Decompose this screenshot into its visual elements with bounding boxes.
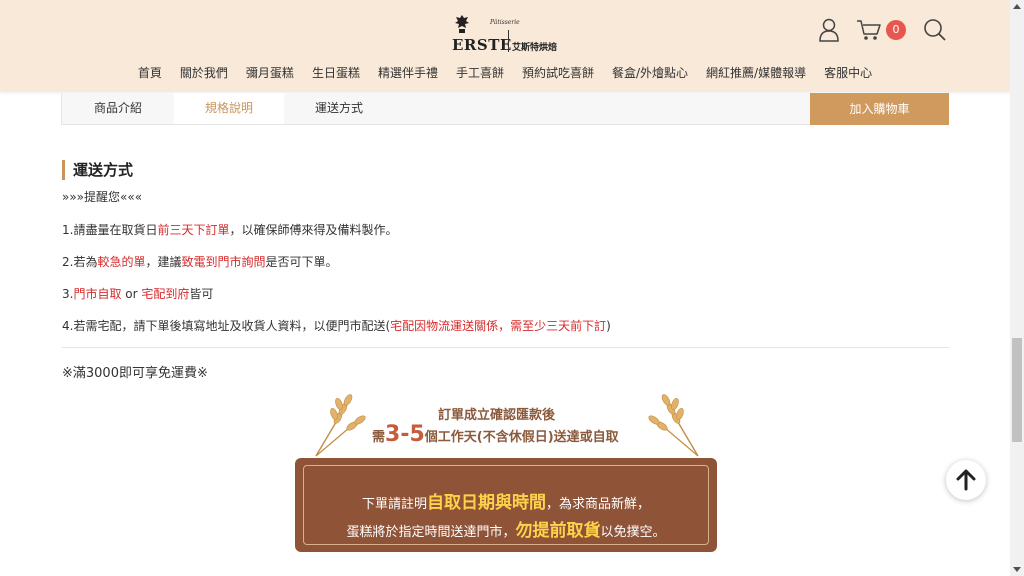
banner-text: 蛋糕將於指定時間送達門市， (346, 525, 516, 540)
brand-logo[interactable]: Pâtisserie ERSTE 艾斯特烘焙 (452, 14, 562, 54)
note-text: 皆可 (189, 287, 214, 301)
cart-count-badge[interactable]: 0 (886, 20, 906, 40)
tab-specification[interactable]: 規格說明 (174, 93, 284, 124)
wheat-right-icon (648, 394, 699, 457)
logo-chinese-name: 艾斯特烘焙 (512, 43, 558, 53)
note-highlight: 宅配因物流運送關係，需至少三天前下訂 (390, 319, 607, 333)
tab-shipping[interactable]: 運送方式 (284, 93, 394, 124)
note-text: or (121, 287, 142, 301)
banner-heading: 訂單成立確認匯款後 (438, 408, 556, 423)
search-icon[interactable] (923, 18, 947, 42)
crest-icon (455, 15, 469, 33)
back-to-top-button[interactable] (946, 460, 986, 500)
nav-item-wedding-cakes[interactable]: 手工喜餅 (456, 64, 504, 84)
note-text: 是否可下單。 (265, 255, 338, 269)
section-title: 運送方式 (62, 160, 133, 180)
note-text: 2.若為 (62, 255, 98, 269)
cart-icon[interactable] (856, 19, 882, 41)
page-scrollbar[interactable] (1010, 0, 1024, 576)
nav-item-tasting[interactable]: 預約試吃喜餅 (522, 64, 594, 84)
banner-highlight: 勿提前取貨 (515, 521, 601, 541)
shipping-note-4: 4.若需宅配，請下單後填寫地址及收貨人資料，以便門市配送(宅配因物流運送關係，需… (62, 317, 611, 334)
scroll-down-arrow-icon[interactable] (1010, 562, 1024, 576)
free-shipping-note: ※滿3000即可享免運費※ (62, 366, 208, 381)
note-text: ) (606, 319, 611, 333)
banner-highlight: 自取日期與時間 (427, 493, 546, 513)
banner-text: 下單請註明 (361, 497, 427, 512)
banner-notice-frame: 下單請註明自取日期與時間，為求商品新鮮， 蛋糕將於指定時間送達門市，勿提前取貨以… (303, 465, 709, 545)
nav-item-catering[interactable]: 餐盒/外燴點心 (612, 64, 688, 84)
tab-product-intro[interactable]: 商品介紹 (62, 93, 174, 124)
nav-item-gifts[interactable]: 精選伴手禮 (378, 64, 438, 84)
add-to-cart-button[interactable]: 加入購物車 (810, 93, 949, 125)
banner-subheading-pre: 需 (372, 430, 386, 445)
banner-text: ，為求商品新鮮， (546, 497, 651, 512)
reminder-text: »»»提醒您««« (62, 190, 143, 204)
nav-item-birthday-cake[interactable]: 生日蛋糕 (312, 64, 360, 84)
banner-notice-box: 下單請註明自取日期與時間，為求商品新鮮， 蛋糕將於指定時間送達門市，勿提前取貨以… (295, 458, 717, 552)
shipping-note-1: 1.請盡量在取貨日前三天下訂單，以確保師傅來得及備料製作。 (62, 221, 397, 238)
nav-item-about[interactable]: 關於我們 (180, 64, 228, 84)
scrollbar-thumb[interactable] (1012, 338, 1022, 442)
note-text: 4.若需宅配，請下單後填寫地址及收貨人資料，以便門市配送( (62, 319, 391, 333)
note-text: 3. (62, 287, 74, 301)
wheat-left-icon (315, 394, 366, 457)
banner-notice-line-2: 蛋糕將於指定時間送達門市，勿提前取貨以免撲空。 (304, 516, 708, 541)
arrow-up-icon (956, 469, 976, 491)
site-header: Pâtisserie ERSTE 艾斯特烘焙 0 首頁 關於我們 彌月蛋糕 生日… (0, 0, 1010, 92)
nav-item-media[interactable]: 網紅推薦/媒體報導 (706, 64, 806, 84)
main-nav: 首頁 關於我們 彌月蛋糕 生日蛋糕 精選伴手禮 手工喜餅 預約試吃喜餅 餐盒/外… (0, 64, 1010, 84)
note-text: 1.請盡量在取貨日 (62, 223, 158, 237)
note-highlight: 較急的單 (97, 255, 146, 269)
note-highlight: 致電到門市詢問 (181, 255, 266, 269)
logo-script-text: Pâtisserie (490, 19, 520, 26)
scroll-up-arrow-icon[interactable] (1010, 0, 1024, 14)
banner-subheading-post: 個工作天(不含休假日)送達或自取 (424, 430, 619, 445)
logo-brand-text: ERSTE (452, 36, 512, 54)
logo-divider (508, 30, 509, 52)
user-icon[interactable] (818, 18, 840, 42)
banner-subheading: 需3-5個工作天(不含休假日)送達或自取 (372, 422, 619, 447)
shipping-note-2: 2.若為較急的單，建議致電到門市詢問是否可下單。 (62, 253, 338, 270)
banner-text: 以免撲空。 (600, 525, 666, 540)
shipping-note-3: 3.門市自取 or 宅配到府皆可 (62, 285, 213, 302)
note-highlight: 前三天下訂單 (157, 223, 230, 237)
nav-item-service[interactable]: 客服中心 (824, 64, 872, 84)
note-text: ，建議 (145, 255, 182, 269)
note-highlight: 門市自取 (73, 287, 122, 301)
content-divider (62, 347, 949, 348)
banner-notice-line-1: 下單請註明自取日期與時間，為求商品新鮮， (304, 488, 708, 513)
banner-days-highlight: 3-5 (385, 422, 425, 447)
nav-item-baby-cake[interactable]: 彌月蛋糕 (246, 64, 294, 84)
note-highlight: 宅配到府 (141, 287, 190, 301)
note-text: ，以確保師傅來得及備料製作。 (229, 223, 398, 237)
nav-item-home[interactable]: 首頁 (138, 64, 162, 84)
